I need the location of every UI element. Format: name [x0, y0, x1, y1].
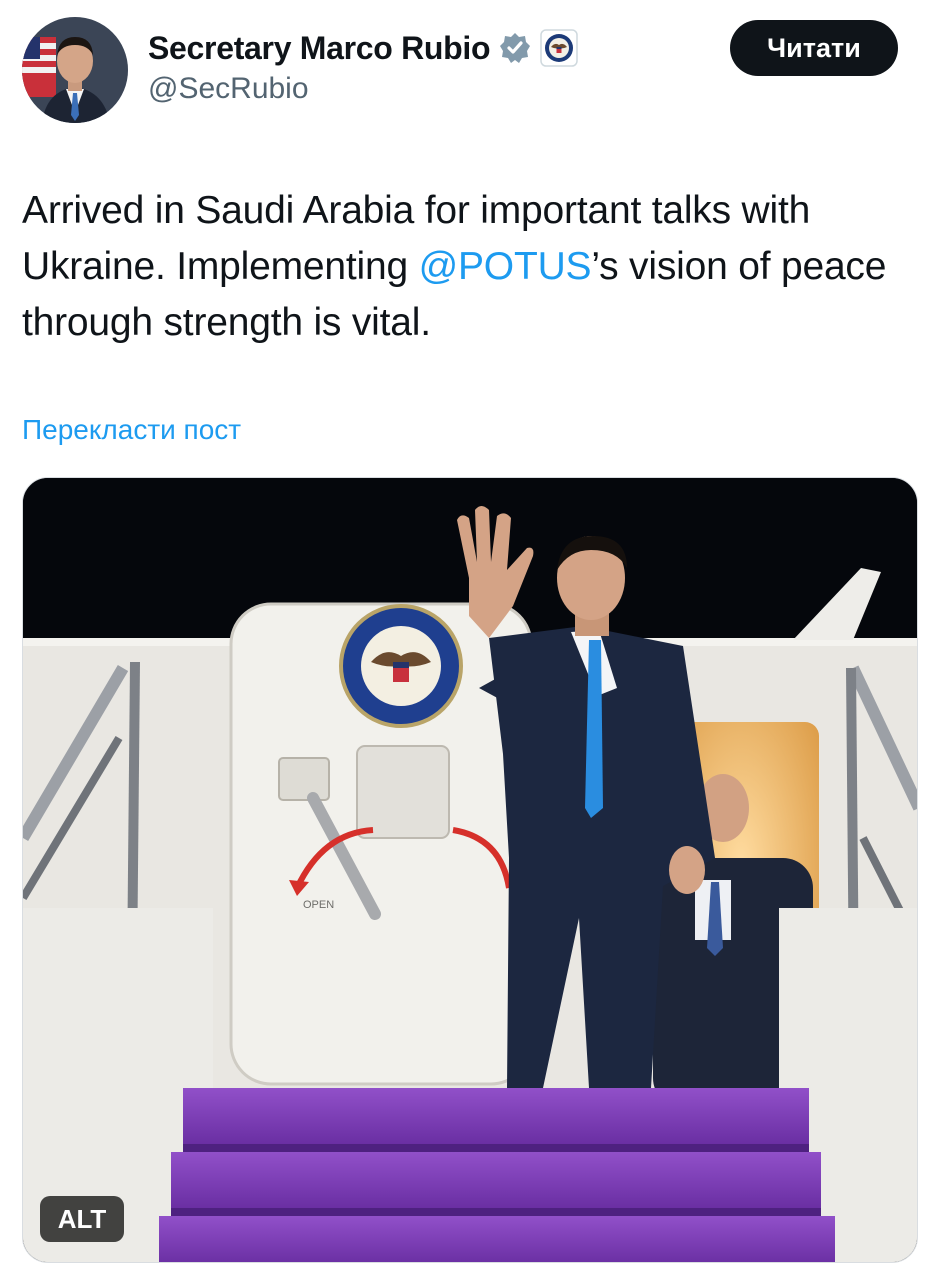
tweet-photo[interactable]: OPEN [22, 477, 918, 1263]
verified-badge-icon[interactable] [498, 31, 532, 65]
door-open-label: OPEN [303, 899, 334, 911]
translate-post-link[interactable]: Перекласти пост [22, 414, 241, 446]
author-handle[interactable]: @SecRubio [148, 72, 309, 106]
avatar[interactable] [22, 17, 128, 123]
author-name-row: Secretary Marco Rubio [148, 26, 579, 70]
state-department-seal-icon[interactable] [540, 29, 579, 67]
tweet-text: Arrived in Saudi Arabia for important ta… [22, 183, 922, 351]
mention-link[interactable]: @POTUS [419, 245, 592, 288]
author-display-name[interactable]: Secretary Marco Rubio [148, 30, 491, 67]
tweet-header: Secretary Marco Rubio @SecRubio Читати [0, 0, 940, 140]
follow-button[interactable]: Читати [730, 20, 898, 76]
alt-text-badge[interactable]: ALT [40, 1196, 124, 1242]
